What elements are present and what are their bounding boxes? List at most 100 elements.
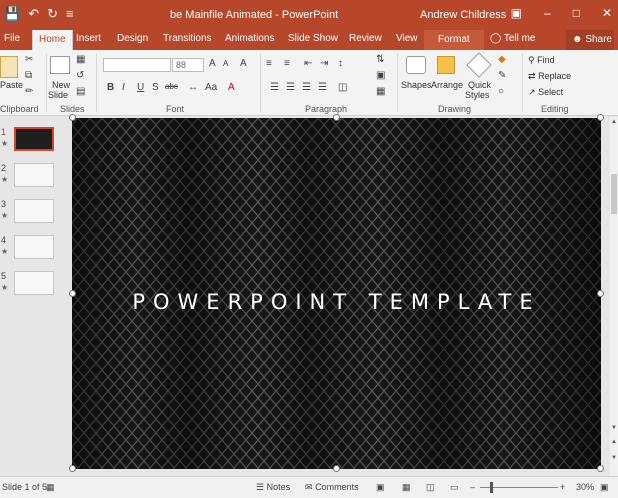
section-icon[interactable]: ▤ [76, 86, 85, 97]
align-text-icon[interactable]: ▣ [376, 70, 385, 81]
paste-icon[interactable] [0, 56, 18, 78]
slide-canvas[interactable]: POWERPOINT TEMPLATE [72, 118, 601, 469]
layout-icon[interactable]: ▦ [76, 54, 85, 65]
resize-handle[interactable] [69, 290, 76, 297]
close-icon[interactable]: ✕ [602, 6, 612, 20]
strikethrough-button[interactable]: abc [165, 82, 178, 91]
shadow-button[interactable]: S [152, 82, 159, 93]
zoom-in-button[interactable]: + [560, 482, 565, 492]
minimize-icon[interactable]: – [544, 6, 551, 20]
tab-animations[interactable]: Animations [225, 33, 274, 44]
zoom-out-button[interactable]: – [470, 482, 475, 492]
format-painter-icon[interactable]: ✏ [25, 86, 33, 97]
paste-label[interactable]: Paste [0, 80, 23, 90]
arrange-icon[interactable] [437, 56, 455, 74]
decrease-indent-icon[interactable]: ⇤ [304, 58, 312, 69]
shapes-icon[interactable] [406, 56, 426, 74]
share-button[interactable]: ☻ Share [566, 30, 614, 50]
new-slide-icon[interactable] [50, 56, 70, 74]
clear-formatting-icon[interactable]: A [240, 58, 247, 69]
resize-handle[interactable] [597, 114, 604, 121]
slide-thumbnail-1[interactable] [14, 127, 54, 151]
tab-view[interactable]: View [396, 33, 418, 44]
underline-button[interactable]: U [137, 82, 144, 93]
user-name[interactable]: Andrew Childress [420, 9, 506, 21]
arrange-label[interactable]: Arrange [431, 80, 463, 90]
tab-home[interactable]: Home [32, 30, 73, 50]
ribbon-display-icon[interactable]: ▣ [511, 6, 522, 20]
tab-insert[interactable]: Insert [76, 33, 101, 44]
increase-indent-icon[interactable]: ⇥ [320, 58, 328, 69]
shapes-label[interactable]: Shapes [401, 80, 432, 90]
slide-sorter-icon[interactable]: ▦ [402, 482, 411, 493]
scroll-up-icon[interactable]: ▲ [610, 119, 618, 125]
quick-styles-label-line2[interactable]: Styles [465, 90, 490, 100]
select-button[interactable]: ↗ Select [528, 87, 563, 98]
grow-font-icon[interactable]: A [209, 58, 216, 69]
copy-icon[interactable]: ⧉ [25, 70, 32, 81]
fit-to-window-icon[interactable]: ▣ [600, 482, 609, 493]
new-slide-label-line2[interactable]: Slide [48, 90, 68, 100]
resize-handle[interactable] [333, 114, 340, 121]
numbering-icon[interactable]: ≡ [284, 58, 290, 69]
tell-me-search[interactable]: ◯ Tell me [490, 33, 536, 44]
undo-icon[interactable]: ↶ [28, 6, 39, 22]
find-button[interactable]: ⚲ Find [528, 55, 555, 66]
tab-file[interactable]: File [4, 33, 20, 44]
smartart-icon[interactable]: ▦ [376, 86, 385, 97]
shape-effects-icon[interactable]: ○ [498, 86, 504, 97]
slide-title-text[interactable]: POWERPOINT TEMPLATE [72, 290, 601, 314]
align-center-icon[interactable]: ☰ [286, 82, 295, 93]
justify-icon[interactable]: ☰ [318, 82, 327, 93]
bullets-icon[interactable]: ≡ [266, 58, 272, 69]
tab-format[interactable]: Format [424, 30, 484, 50]
resize-handle[interactable] [597, 290, 604, 297]
zoom-slider-thumb[interactable] [490, 482, 493, 493]
tab-slide-show[interactable]: Slide Show [288, 33, 338, 44]
slide-thumbnail-5[interactable] [14, 271, 54, 295]
font-name-dropdown[interactable] [103, 58, 171, 72]
quick-styles-label-line1[interactable]: Quick [468, 80, 491, 90]
quick-styles-icon[interactable] [466, 52, 492, 78]
italic-button[interactable]: I [122, 82, 125, 93]
maximize-icon[interactable]: □ [573, 6, 580, 20]
bold-button[interactable]: B [107, 82, 114, 93]
resize-handle[interactable] [333, 465, 340, 472]
align-left-icon[interactable]: ☰ [270, 82, 279, 93]
text-direction-icon[interactable]: ⇅ [376, 54, 384, 65]
comments-button[interactable]: ✉ Comments [305, 482, 359, 493]
tab-design[interactable]: Design [117, 33, 148, 44]
scroll-down-icon[interactable]: ▼ [610, 425, 618, 431]
slide-thumbnail-2[interactable] [14, 163, 54, 187]
resize-handle[interactable] [69, 465, 76, 472]
cut-icon[interactable]: ✂ [25, 54, 33, 65]
zoom-level[interactable]: 30% [576, 482, 594, 492]
redo-icon[interactable]: ↻ [47, 6, 58, 22]
tab-transitions[interactable]: Transitions [163, 33, 212, 44]
slide-thumbnail-4[interactable] [14, 235, 54, 259]
slideshow-view-icon[interactable]: ▭ [450, 482, 459, 493]
shrink-font-icon[interactable]: A [223, 59, 228, 68]
previous-slide-icon[interactable]: ▲ [610, 439, 618, 445]
reading-view-icon[interactable]: ◫ [426, 482, 435, 493]
notes-button[interactable]: ☰ Notes [256, 482, 290, 493]
save-icon[interactable]: 💾 [4, 6, 20, 22]
replace-button[interactable]: ⇄ Replace [528, 71, 571, 82]
shape-outline-icon[interactable]: ✎ [498, 70, 506, 81]
resize-handle[interactable] [69, 114, 76, 121]
vertical-scrollbar[interactable]: ▲ ▼ ▲ ▼ [610, 117, 618, 476]
scrollbar-thumb[interactable] [611, 174, 617, 214]
align-right-icon[interactable]: ☰ [302, 82, 311, 93]
shape-fill-icon[interactable]: ◆ [498, 54, 506, 65]
resize-handle[interactable] [597, 465, 604, 472]
new-slide-label-line1[interactable]: New [52, 80, 70, 90]
line-spacing-icon[interactable]: ↕ [338, 58, 343, 69]
customize-toolbar-icon[interactable]: ≡ [66, 6, 74, 22]
next-slide-icon[interactable]: ▼ [610, 455, 618, 461]
reset-icon[interactable]: ↺ [76, 70, 84, 81]
char-spacing-icon[interactable]: ↔ [188, 82, 198, 93]
spell-check-icon[interactable]: ▦ [46, 482, 55, 493]
font-color-icon[interactable]: A [228, 82, 235, 93]
slide-thumbnail-3[interactable] [14, 199, 54, 223]
columns-icon[interactable]: ◫ [338, 82, 347, 93]
